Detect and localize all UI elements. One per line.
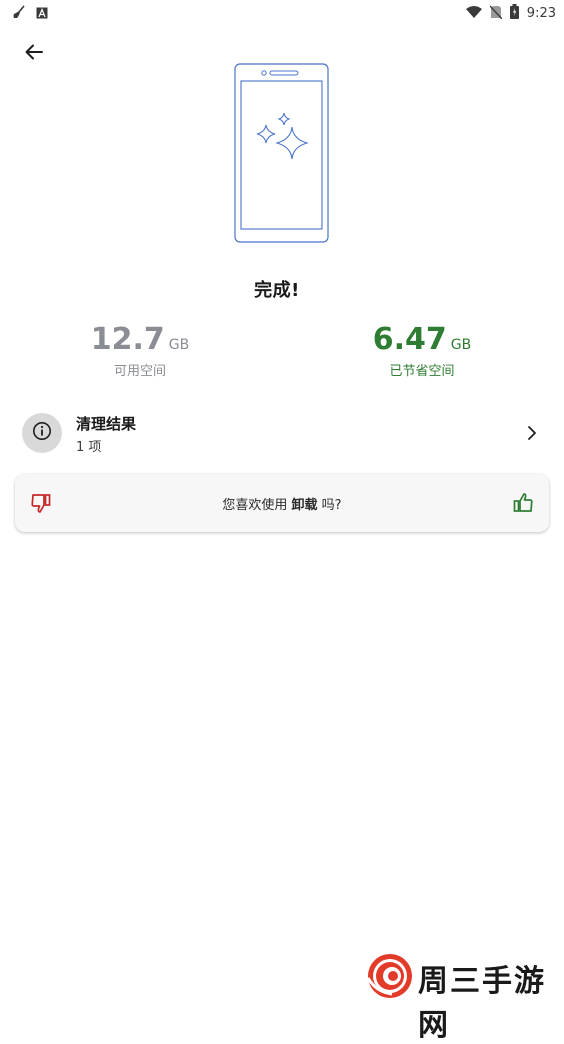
saved-space-value-row: 6.47 GB (312, 322, 532, 358)
cleanup-result-item[interactable]: 清理结果 1 项 (10, 404, 554, 462)
feedback-card: 您喜欢使用 卸载 吗? (15, 474, 549, 532)
status-right-icons: 9:23 (465, 4, 556, 23)
saved-space-stat: 6.47 GB 已节省空间 (312, 322, 532, 379)
feedback-prefix: 您喜欢使用 (222, 498, 292, 513)
broom-icon (12, 4, 26, 23)
battery-icon (509, 4, 519, 23)
watermark-text: 周三手游网 (418, 964, 546, 1043)
saved-space-unit: GB (450, 337, 472, 353)
result-icon-circle (22, 413, 62, 453)
available-space-label: 可用空间 (113, 364, 166, 379)
back-button[interactable] (20, 40, 48, 68)
feedback-question: 您喜欢使用 卸载 吗? (15, 494, 549, 513)
watermark: 周三手游网 (366, 952, 562, 1043)
thumbs-up-icon[interactable] (511, 491, 535, 515)
info-icon (32, 421, 52, 445)
available-space-unit: GB (168, 337, 190, 353)
saved-space-value: 6.47 (372, 322, 447, 357)
font-a-icon (36, 4, 48, 23)
available-space-stat: 12.7 GB 可用空间 (30, 322, 250, 379)
status-time: 9:23 (526, 6, 556, 21)
result-title: 清理结果 (76, 415, 137, 433)
feedback-suffix: 吗? (317, 498, 342, 513)
status-bar: 9:23 (0, 0, 564, 24)
wifi-icon (465, 4, 482, 23)
status-left-icons (12, 4, 48, 23)
no-sim-icon (489, 4, 503, 23)
chevron-right-icon (524, 424, 540, 442)
available-space-value-row: 12.7 GB (30, 322, 250, 358)
result-count: 1 项 (76, 440, 102, 455)
arrow-left-icon (25, 44, 43, 64)
feedback-app-name: 卸载 (291, 498, 318, 513)
saved-space-label: 已节省空间 (389, 364, 455, 379)
phone-sparkle-illustration (234, 63, 330, 243)
page-title: 完成! (254, 280, 300, 301)
available-space-value: 12.7 (90, 322, 165, 357)
